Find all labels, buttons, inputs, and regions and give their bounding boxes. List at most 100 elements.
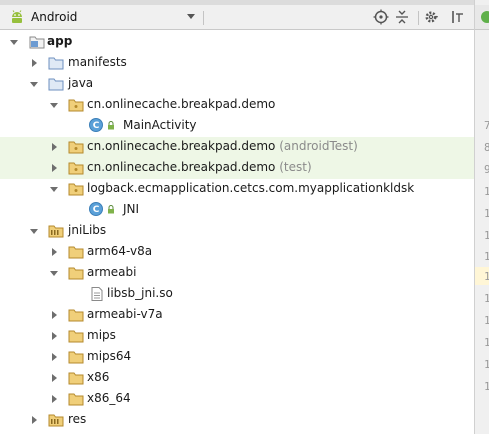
class-icon: C [89,202,103,216]
tree-label: cn.onlinecache.breakpad.demo (androidTes… [87,139,358,153]
tree-node-armeabi[interactable]: armeabi [0,263,474,284]
expanded-arrow-icon[interactable] [9,37,19,47]
tree-node-mips[interactable]: mips [0,326,474,347]
folder-icon [48,57,64,70]
toolbar-divider [418,11,419,25]
lock-icon [108,121,114,130]
collapsed-arrow-icon[interactable] [49,310,59,320]
expanded-arrow-icon[interactable] [49,184,59,194]
folder-icon [68,246,84,259]
hide-panel-icon[interactable] [450,9,466,25]
folder-icon [68,351,84,364]
line-number: 7 [484,119,489,132]
tree-node-app[interactable]: app [0,32,474,53]
module-folder-icon [29,36,45,49]
tree-label: x86 [87,370,110,384]
editor-tab-icon[interactable] [480,10,489,24]
tree-label: app [47,34,73,48]
tree-label: armeabi [87,265,137,279]
tree-node-package-android-test[interactable]: cn.onlinecache.breakpad.demo (androidTes… [0,137,474,158]
line-number: 18 [484,380,489,393]
line-number: 14 [484,292,489,305]
gear-icon[interactable] [424,9,440,25]
collapsed-arrow-icon[interactable] [49,373,59,383]
folder-icon [68,309,84,322]
target-icon[interactable] [373,9,389,25]
tree-label: logback.ecmapplication.cetcs.com.myappli… [87,181,415,195]
package-icon [68,99,84,112]
project-view-selector[interactable]: Android [9,7,197,27]
tree-label: java [68,76,94,90]
package-icon [68,183,84,196]
tree-node-armeabi-v7a[interactable]: armeabi-v7a [0,305,474,326]
line-number: 12 [484,229,489,242]
expanded-arrow-icon[interactable] [29,79,39,89]
line-number: 13 [484,250,489,263]
tree-node-libsb-jni[interactable]: libsb_jni.so [0,284,474,305]
tree-label: manifests [68,55,127,69]
expanded-arrow-icon[interactable] [29,226,39,236]
tree-label: MainActivity [123,118,197,132]
source-set-suffix: (test) [279,160,312,174]
tree-label: arm64-v8a [87,244,153,258]
package-icon [68,141,84,154]
line-number: 11 [484,207,489,220]
line-number: 17 [484,358,489,371]
tree-label: cn.onlinecache.breakpad.demo (test) [87,160,312,174]
line-number: 10 [484,185,489,198]
chevron-down-icon [187,14,195,19]
project-view-label: Android [31,10,78,24]
folder-icon [68,330,84,343]
collapsed-arrow-icon[interactable] [49,394,59,404]
project-tree: app manifests java cn.onlinecache.breakp… [0,30,474,434]
tree-node-x86[interactable]: x86 [0,368,474,389]
collapsed-arrow-icon[interactable] [29,58,39,68]
collapsed-arrow-icon[interactable] [29,415,39,425]
tree-label: mips [87,328,116,342]
file-icon [91,287,103,301]
package-name: cn.onlinecache.breakpad.demo [87,139,276,153]
tree-node-x86-64[interactable]: x86_64 [0,389,474,410]
line-number: 16 [484,336,489,349]
folder-icon [68,267,84,280]
tree-node-main-activity[interactable]: C MainActivity [0,116,474,137]
editor-gutter: 7 8 9 10 11 12 13 13 14 15 16 17 18 [474,0,489,434]
collapsed-arrow-icon[interactable] [49,331,59,341]
tree-node-package-logback[interactable]: logback.ecmapplication.cetcs.com.myappli… [0,179,474,200]
tree-label: cn.onlinecache.breakpad.demo [87,97,276,111]
collapsed-arrow-icon[interactable] [49,247,59,257]
collapsed-arrow-icon[interactable] [49,163,59,173]
tree-node-res[interactable]: res [0,410,474,431]
tree-node-jni-class[interactable]: C JNI [0,200,474,221]
collapsed-arrow-icon[interactable] [49,352,59,362]
expanded-arrow-icon[interactable] [49,268,59,278]
tree-node-arm64-v8a[interactable]: arm64-v8a [0,242,474,263]
line-number: 15 [484,314,489,327]
folder-icon [68,393,84,406]
tree-node-manifests[interactable]: manifests [0,53,474,74]
collapsed-arrow-icon[interactable] [49,142,59,152]
tree-node-package-test[interactable]: cn.onlinecache.breakpad.demo (test) [0,158,474,179]
resource-folder-icon [48,225,64,238]
tree-node-mips64[interactable]: mips64 [0,347,474,368]
folder-icon [68,372,84,385]
tree-label: libsb_jni.so [107,286,173,300]
source-set-suffix: (androidTest) [279,139,358,153]
toolbar-divider [203,11,204,25]
package-name: cn.onlinecache.breakpad.demo [87,160,276,174]
tree-node-jnilibs[interactable]: jniLibs [0,221,474,242]
tree-label: x86_64 [87,391,131,405]
editor-tab-strip [475,5,489,30]
package-icon [68,162,84,175]
tree-label: mips64 [87,349,132,363]
tree-label: JNI [123,202,140,216]
tree-node-package-main[interactable]: cn.onlinecache.breakpad.demo [0,95,474,116]
collapse-all-icon[interactable] [394,9,410,25]
tree-node-java[interactable]: java [0,74,474,95]
class-icon: C [89,118,103,132]
tree-label: armeabi-v7a [87,307,163,321]
lock-icon [108,205,114,214]
project-toolbar: Android [0,5,474,30]
resource-folder-icon [48,414,64,427]
expanded-arrow-icon[interactable] [49,100,59,110]
